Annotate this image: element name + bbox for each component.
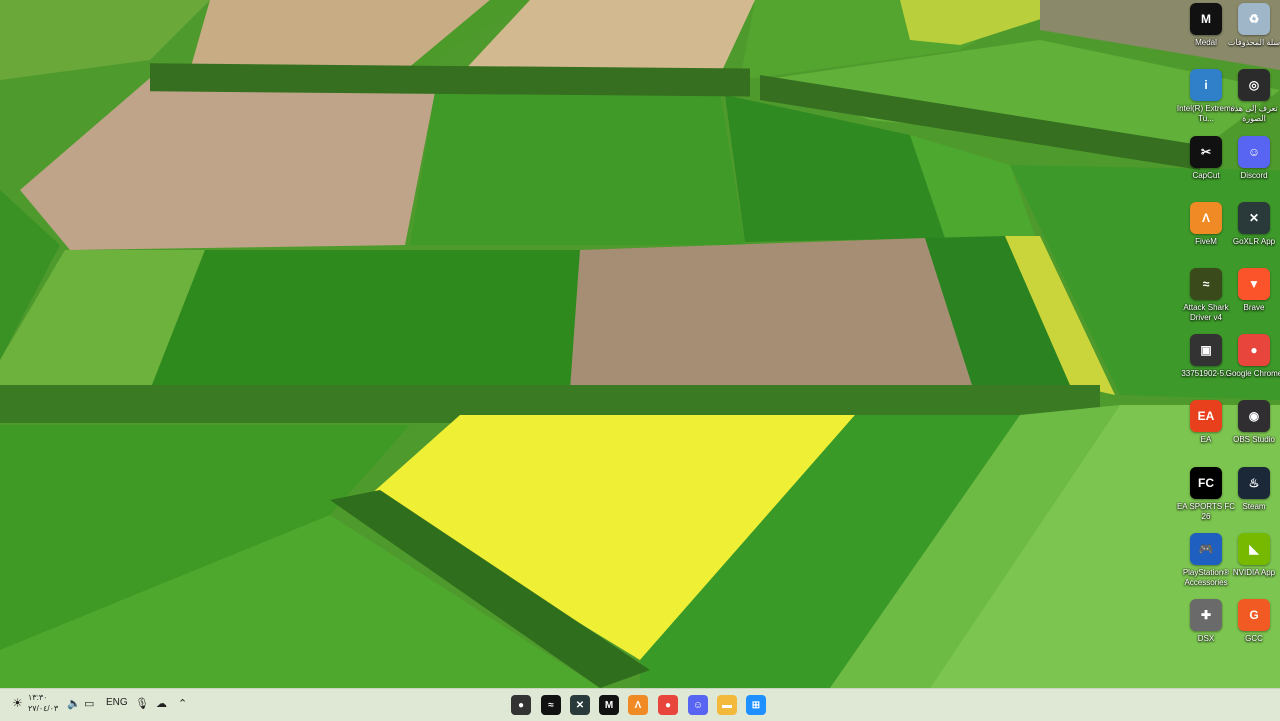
fivem-icon: Λ	[634, 699, 642, 711]
medal-icon: M	[604, 699, 614, 711]
desktop-icon-medal[interactable]: M Medal	[1180, 3, 1232, 65]
desktop-icon-learn-image[interactable]: ◎ تعرف إلى هذه الصورة	[1228, 69, 1280, 131]
desktop-icon-capcut[interactable]: ✂ CapCut	[1180, 136, 1232, 198]
clock-time: ١٣:٣٠	[28, 693, 48, 702]
taskbar-app-medal[interactable]: M	[599, 695, 619, 715]
windows-start-icon: ⊞	[751, 699, 761, 711]
desktop-icon-label: Brave	[1243, 303, 1265, 312]
goxlr-icon: ✕	[575, 699, 585, 711]
desktop-icon-label: GoXLR App	[1232, 237, 1276, 246]
language-indicator[interactable]: ENG	[106, 697, 128, 708]
fivem-icon: Λ	[1190, 202, 1222, 234]
desktop-icon-brave[interactable]: ▼ Brave	[1228, 268, 1280, 330]
chevron-up-icon[interactable]: ⌃	[178, 697, 187, 710]
discord-icon: ☺	[692, 699, 704, 711]
desktop-icon-label: Discord	[1240, 171, 1268, 180]
discord-icon: ☺	[1238, 136, 1270, 168]
taskbar-app-goxlr[interactable]: ✕	[570, 695, 590, 715]
network-icon[interactable]: ▭	[84, 697, 94, 710]
clock-date: ٢٧/٠٤/٠٣	[28, 704, 59, 713]
taskbar-app-explorer[interactable]: ▬	[717, 695, 737, 715]
desktop-icon-goxlr[interactable]: ✕ GoXLR App	[1228, 202, 1280, 264]
desktop-icon-label: NVIDIA App	[1232, 568, 1276, 577]
intel-icon: i	[1190, 69, 1222, 101]
nvidia-icon: ◣	[1238, 533, 1270, 565]
chrome-icon: ●	[664, 699, 672, 711]
desktop-icon-ea[interactable]: EA EA	[1180, 400, 1232, 462]
taskbar-app-fivem[interactable]: Λ	[628, 695, 648, 715]
image-file-icon: ▣	[1190, 334, 1222, 366]
playstation-icon: 🎮	[1190, 533, 1222, 565]
folder-icon: ▬	[722, 699, 732, 711]
recycle-bin-icon: ♻	[1238, 3, 1270, 35]
microphone-icon[interactable]: 🎙	[135, 697, 149, 710]
desktop-icon-steam[interactable]: ♨ Steam	[1228, 467, 1280, 529]
weather-icon[interactable]: ☀	[12, 696, 23, 710]
ea-icon: EA	[1190, 400, 1222, 432]
desktop-icon-label: GCC	[1245, 634, 1263, 643]
taskbar: ☀ ١٣:٣٠ ٢٧/٠٤/٠٣ 🔈 ▭ ENG 🎙 ☁ ⌃ ● ≈ ✕ M Λ ● ☺ ▬ ⊞	[0, 688, 1280, 721]
chrome-icon: ●	[1238, 334, 1270, 366]
desktop-icon-obs[interactable]: ◉ OBS Studio	[1228, 400, 1280, 462]
attack-shark-icon: ≈	[548, 699, 554, 711]
attack-shark-icon: ≈	[1190, 268, 1222, 300]
desktop-icon-ps-accessories[interactable]: 🎮 PlayStation® Accessories	[1180, 533, 1232, 595]
taskbar-app-unknown[interactable]: ●	[511, 695, 531, 715]
clock[interactable]: ١٣:٣٠ ٢٧/٠٤/٠٣	[28, 692, 58, 714]
desktop-icon-gcc[interactable]: G GCC	[1228, 599, 1280, 661]
desktop-icon-recycle-bin[interactable]: ♻ سلة المحذوفات	[1228, 3, 1280, 65]
desktop-icon-label: OBS Studio	[1233, 435, 1275, 444]
desktop-icon-dsx[interactable]: ✚ DSX	[1180, 599, 1232, 661]
volume-icon[interactable]: 🔈	[67, 697, 81, 710]
desktop-icon-fivem[interactable]: Λ FiveM	[1180, 202, 1232, 264]
desktop-icon-nvidia[interactable]: ◣ NVIDIA App	[1228, 533, 1280, 595]
desktop-icon-image-file[interactable]: ▣ 33751902-5...	[1180, 334, 1232, 396]
desktop-icon-label: تعرف إلى هذه الصورة	[1230, 104, 1278, 123]
taskbar-app-chrome[interactable]: ●	[658, 695, 678, 715]
taskbar-app-start[interactable]: ⊞	[746, 695, 766, 715]
desktop-icon-chrome[interactable]: ● Google Chrome	[1226, 334, 1280, 396]
brave-icon: ▼	[1238, 268, 1270, 300]
obs-icon: ◉	[1238, 400, 1270, 432]
desktop-wallpaper	[0, 0, 1280, 688]
desktop-icon-discord[interactable]: ☺ Discord	[1228, 136, 1280, 198]
steam-icon: ♨	[1238, 467, 1270, 499]
dsx-icon: ✚	[1190, 599, 1222, 631]
onedrive-icon[interactable]: ☁	[156, 697, 167, 710]
desktop-icon-attack-shark[interactable]: ≈ Attack Shark Driver v4	[1180, 268, 1232, 330]
capcut-icon: ✂	[1190, 136, 1222, 168]
taskbar-app-attack-shark[interactable]: ≈	[541, 695, 561, 715]
app-icon: ●	[517, 699, 525, 711]
taskbar-app-discord[interactable]: ☺	[688, 695, 708, 715]
desktop-icon-ea-fc[interactable]: FC EA SPORTS FC 26	[1177, 467, 1235, 529]
ea-fc-icon: FC	[1190, 467, 1222, 499]
medal-icon: M	[1190, 3, 1222, 35]
goxlr-icon: ✕	[1238, 202, 1270, 234]
desktop-icon-label: Google Chrome	[1225, 369, 1280, 378]
desktop-icon-label: Steam	[1242, 502, 1266, 511]
gcc-icon: G	[1238, 599, 1270, 631]
desktop-icon-label: سلة المحذوفات	[1227, 38, 1280, 47]
camera-icon: ◎	[1238, 69, 1270, 101]
